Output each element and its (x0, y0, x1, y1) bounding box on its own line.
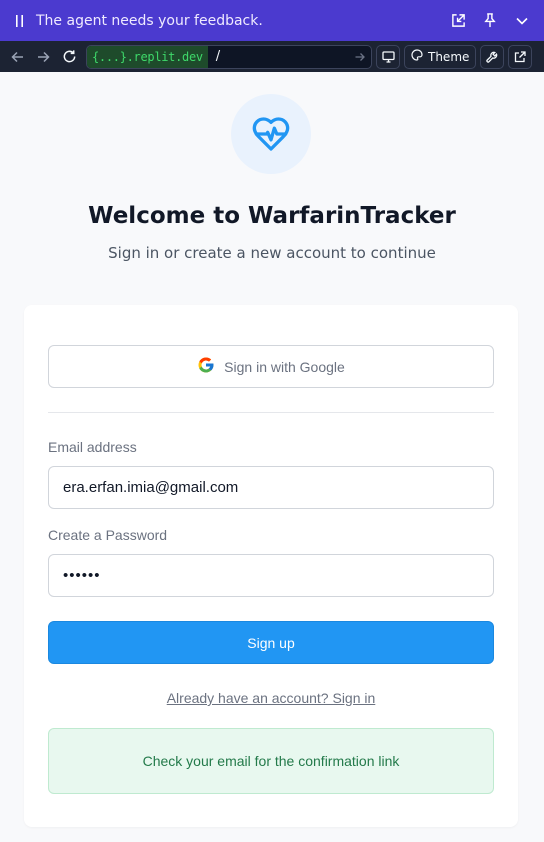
url-bar[interactable]: {...}.replit.dev / (86, 44, 372, 69)
chevron-down-icon[interactable] (510, 9, 534, 33)
divider (48, 412, 494, 413)
external-link-icon[interactable] (508, 44, 533, 69)
agent-feedback-bar: The agent needs your feedback. (0, 0, 544, 41)
password-label: Create a Password (48, 527, 168, 543)
signup-card: Sign in with Google Email address era.er… (24, 305, 518, 827)
google-signin-label: Sign in with Google (224, 358, 345, 375)
google-logo-icon (197, 356, 215, 378)
pause-icon[interactable] (10, 11, 30, 31)
email-field[interactable]: era.erfan.imia@gmail.com (48, 466, 494, 509)
browser-toolbar: {...}.replit.dev / Theme (0, 41, 544, 72)
password-field[interactable]: •••••• (48, 554, 494, 597)
page-subtitle: Sign in or create a new account to conti… (108, 244, 436, 262)
url-path[interactable]: / (208, 49, 349, 64)
signup-button[interactable]: Sign up (48, 621, 494, 664)
back-arrow-icon[interactable] (4, 44, 30, 70)
reload-icon[interactable] (56, 44, 82, 70)
page-title: Welcome to WarfarinTracker (88, 203, 456, 229)
google-signin-button[interactable]: Sign in with Google (48, 345, 494, 388)
theme-label: Theme (428, 49, 470, 64)
url-domain: {...}.replit.dev (87, 45, 208, 68)
agent-feedback-message: The agent needs your feedback. (36, 12, 263, 29)
pin-icon[interactable] (478, 9, 502, 33)
open-in-window-icon[interactable] (446, 9, 470, 33)
email-label: Email address (48, 439, 137, 455)
wrench-icon[interactable] (480, 44, 505, 69)
device-icon[interactable] (376, 44, 400, 69)
signin-link[interactable]: Already have an account? Sign in (24, 690, 518, 706)
heart-pulse-icon (252, 117, 290, 151)
theme-button[interactable]: Theme (404, 44, 477, 69)
logo (231, 94, 311, 174)
go-arrow-icon[interactable] (349, 52, 371, 62)
confirmation-notice: Check your email for the confirmation li… (48, 728, 494, 794)
palette-icon (411, 49, 423, 64)
forward-arrow-icon[interactable] (30, 44, 56, 70)
app-page: Welcome to WarfarinTracker Sign in or cr… (0, 72, 544, 842)
